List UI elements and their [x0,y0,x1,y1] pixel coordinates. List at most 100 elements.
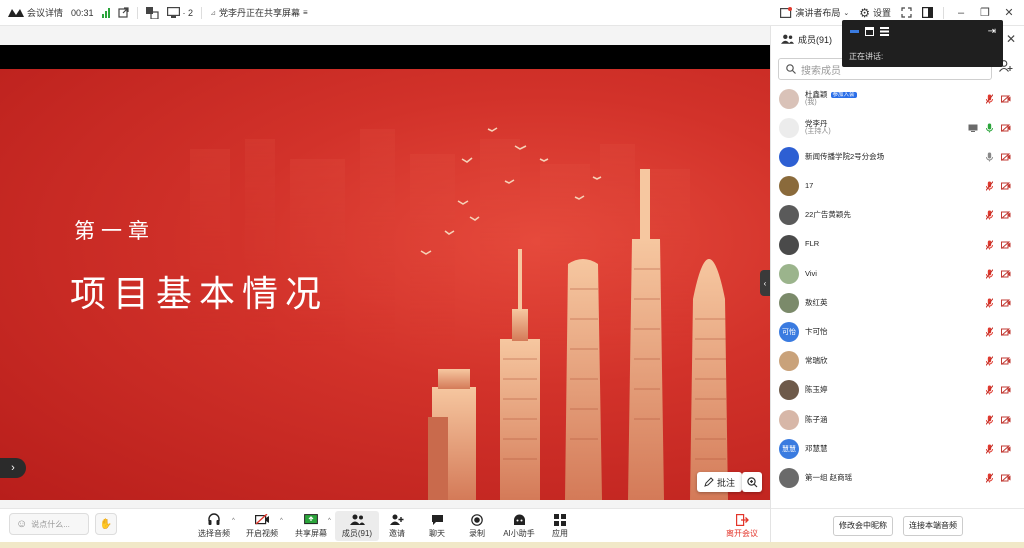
sharing-status[interactable]: ⊿ 党李丹正在共享屏幕 ≡ [210,6,308,19]
share-options-caret-icon[interactable]: ^ [328,518,331,524]
member-row[interactable]: FLR [771,230,1024,259]
member-row[interactable]: Vivi [771,259,1024,288]
member-name: 党李丹 [805,118,828,128]
members-button[interactable]: 成员(91) [335,511,379,541]
avatar [779,468,799,489]
member-row[interactable]: 可怡 卞可怡 [771,318,1024,347]
camera-off-icon[interactable] [1001,299,1011,307]
video-button[interactable]: 开启视频 [240,511,284,541]
close-panel-button[interactable]: ✕ [1006,32,1016,46]
chevron-left-icon: ‹ [763,278,767,288]
members-label: 成员(91) [341,529,373,538]
invite-button[interactable]: 邀请 [375,511,419,541]
mic-muted-icon[interactable] [986,298,993,308]
raise-hand-button[interactable]: ✋ [95,513,117,535]
camera-off-icon[interactable] [1001,444,1011,453]
member-row[interactable]: 新闻传播学院2号分会场 [771,142,1024,171]
apps-button[interactable]: 应用 [538,511,582,541]
mic-muted-icon[interactable] [986,385,993,396]
camera-off-icon[interactable] [1001,153,1011,161]
mic-muted-icon[interactable] [986,210,993,221]
restore-button[interactable]: ❐ [978,6,992,19]
sidebar-toggle-icon[interactable] [922,7,933,18]
member-row[interactable]: 第一组 赵商瑶 [771,463,1024,492]
audio-button[interactable]: 选择音频 [192,511,236,541]
audio-options-caret-icon[interactable]: ^ [232,518,235,524]
network-signal-icon[interactable] [101,7,110,18]
connect-audio-button[interactable]: 连接本端音频 [903,515,963,536]
member-row[interactable]: 常瑞欣 [771,347,1024,376]
presenter-layout-button[interactable]: 演讲者布局 ⌄ [780,6,849,19]
shared-slide: 第一章 项目基本情况 [0,69,770,500]
monitor-icon [166,7,180,18]
member-row[interactable]: 陈子涵 [771,405,1024,434]
camera-off-icon[interactable] [1001,94,1011,103]
mic-muted-icon[interactable] [986,473,993,483]
share-screen-button[interactable]: 共享屏幕 [289,511,333,541]
zoom-button[interactable] [742,472,762,492]
members-panel-title: 成员(91) [798,34,833,45]
say-something-input[interactable]: ☺ 说点什么... [9,513,89,535]
say-something-placeholder: 说点什么... [31,519,70,529]
collapse-panel-button[interactable]: ‹ [760,270,770,296]
expand-left-panel-button[interactable]: › [0,458,26,478]
mic-muted-icon[interactable] [986,414,993,425]
member-row[interactable]: 敖红英 [771,288,1024,317]
video-options-caret-icon[interactable]: ^ [280,518,283,524]
pen-icon [704,477,714,487]
member-name: 新闻传播学院2号分会场 [805,151,885,161]
member-row[interactable]: 陈玉婷 [771,376,1024,405]
ai-assistant-button[interactable]: AI小助手 [497,511,541,541]
member-row[interactable]: 22广告黄颖先 [771,201,1024,230]
speaking-label: 正在讲话: [849,52,884,61]
members-icon [781,34,794,44]
camera-off-icon[interactable] [1001,415,1011,424]
member-row[interactable]: 17 [771,172,1024,201]
mic-muted-icon[interactable] [986,93,993,104]
translate-icon[interactable] [145,6,159,19]
camera-off-icon[interactable] [1001,211,1011,220]
avatar [779,263,799,284]
mic-muted-icon[interactable] [986,268,993,279]
member-row[interactable]: 慧慧 邓慧慧 [771,434,1024,463]
ai-assistant-label: AI小助手 [503,529,535,538]
screen-count-button[interactable]: · 2 [166,7,193,18]
mic-muted-icon[interactable] [986,444,993,454]
popup-exit-icon[interactable]: ⇥ [988,26,996,37]
window-icon[interactable] [865,27,874,36]
member-row[interactable]: 杜鑫颖 参加入会 (我) [771,84,1024,113]
mic-icon[interactable] [986,152,993,162]
settings-button[interactable]: ⚙ 设置 [859,6,891,20]
screen-share-icon [968,124,978,132]
camera-off-icon[interactable] [1001,269,1011,278]
camera-off-icon[interactable] [1001,123,1011,132]
mic-muted-icon[interactable] [986,181,993,191]
speaker-bar-icon[interactable] [850,30,859,33]
fullscreen-icon[interactable] [901,7,912,18]
minimize-button[interactable]: – [954,7,968,19]
list-view-icon[interactable] [880,27,889,36]
camera-off-icon[interactable] [1001,328,1011,336]
rename-button[interactable]: 修改会中昵称 [833,515,893,536]
leave-meeting-button[interactable]: 离开会议 [720,511,764,541]
mic-muted-icon[interactable] [986,327,993,337]
close-window-button[interactable]: ✕ [1002,6,1016,19]
camera-off-icon[interactable] [1001,357,1011,366]
camera-off-icon[interactable] [1001,240,1011,249]
record-button[interactable]: 录制 [455,511,499,541]
apps-grid-icon [554,513,566,526]
member-row[interactable]: 党李丹 (主持人) [771,113,1024,142]
mic-muted-icon[interactable] [986,356,993,367]
meeting-details-button[interactable]: 会议详情 [8,6,63,19]
mic-muted-icon[interactable] [986,239,993,250]
camera-off-icon[interactable] [1001,474,1011,482]
camera-off-icon[interactable] [1001,386,1011,395]
camera-off-icon[interactable] [1001,182,1011,191]
external-link-icon[interactable] [117,7,129,18]
chat-button[interactable]: 聊天 [415,511,459,541]
member-name: 17 [805,181,814,191]
annotate-label: 批注 [717,477,736,488]
avatar [779,292,799,313]
mic-icon[interactable] [986,123,993,133]
annotate-button[interactable]: 批注 [697,472,743,492]
